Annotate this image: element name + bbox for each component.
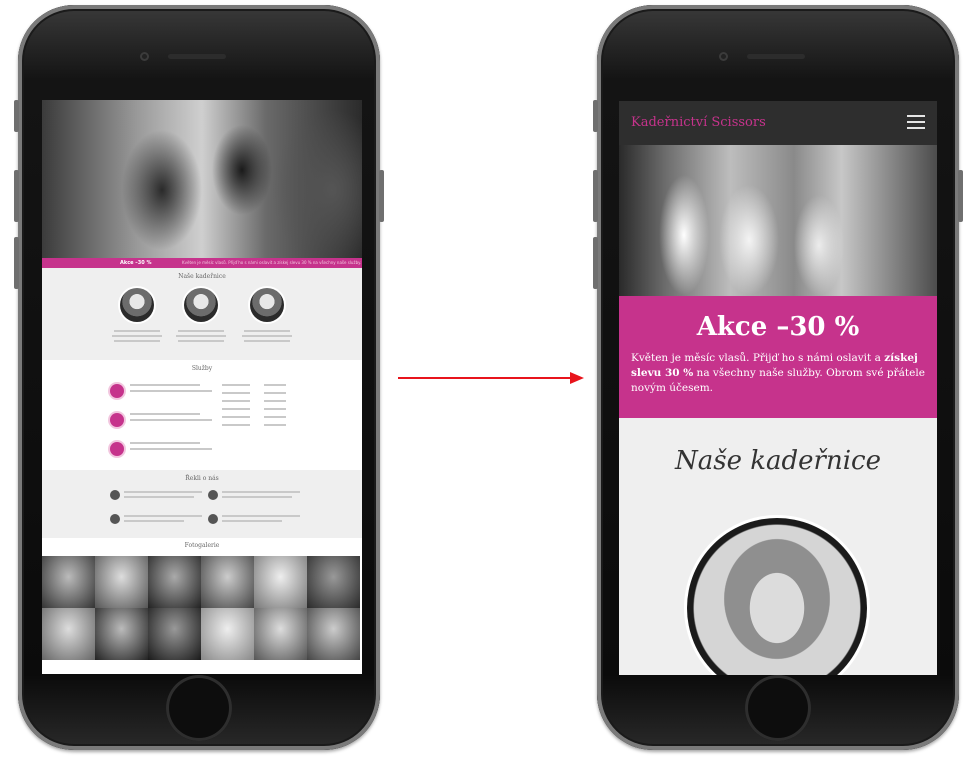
- gallery-photo[interactable]: [201, 556, 254, 608]
- gallery-photo[interactable]: [148, 608, 201, 660]
- services-section-title: Služby: [191, 365, 213, 372]
- avatar: [184, 288, 218, 322]
- camera-icon: [140, 52, 149, 61]
- side-button: [14, 170, 19, 222]
- price-line: [222, 384, 250, 386]
- gallery-photo[interactable]: [254, 608, 307, 660]
- right-screen: Kadeřnictví Scissors Akce –30 % Květen j…: [619, 101, 937, 675]
- text-line: [222, 520, 282, 522]
- text-line: [130, 419, 212, 421]
- gallery-section: Fotogalerie: [42, 538, 362, 674]
- promo-title: Akce –30 %: [696, 312, 860, 342]
- team-section: Naše kadeřnice: [619, 418, 937, 675]
- promo-text-part: Květen je měsíc vlasů. Přijď ho s námi o…: [631, 352, 885, 364]
- reviews-section: Řekli o nás: [42, 470, 362, 538]
- side-button: [593, 100, 598, 132]
- text-line: [242, 335, 292, 337]
- text-line: [114, 330, 160, 332]
- text-line: [222, 496, 292, 498]
- text-line: [178, 340, 224, 342]
- team-section-title: Naše kadeřnice: [178, 273, 226, 280]
- dryer-icon: [110, 442, 124, 456]
- side-button: [14, 100, 19, 132]
- avatar: [208, 514, 218, 524]
- price-line: [264, 424, 286, 426]
- text-line: [124, 520, 184, 522]
- team-section-title: Naše kadeřnice: [675, 446, 881, 476]
- navbar: Kadeřnictví Scissors: [619, 101, 937, 145]
- hero-image: [619, 145, 937, 296]
- text-line: [176, 335, 226, 337]
- gallery-photo[interactable]: [95, 608, 148, 660]
- team-section: Naše kadeřnice: [42, 268, 362, 360]
- price-line: [222, 424, 250, 426]
- hamburger-icon[interactable]: [907, 115, 925, 129]
- speaker-grille: [747, 54, 805, 59]
- speaker-grille: [168, 54, 226, 59]
- text-line: [130, 442, 200, 444]
- price-line: [222, 400, 250, 402]
- text-line: [114, 340, 160, 342]
- avatar: [110, 514, 120, 524]
- text-line: [130, 390, 212, 392]
- home-button[interactable]: [166, 675, 232, 741]
- gallery-photo[interactable]: [95, 556, 148, 608]
- hero-image: [42, 100, 362, 258]
- text-line: [112, 335, 162, 337]
- price-line: [264, 408, 286, 410]
- avatar: [250, 288, 284, 322]
- gallery-photo[interactable]: [307, 608, 360, 660]
- price-line: [222, 408, 250, 410]
- text-line: [222, 491, 300, 493]
- text-line: [130, 448, 212, 450]
- avatar: [687, 518, 867, 675]
- reviews-section-title: Řekli o nás: [185, 475, 219, 482]
- scissors-icon: [110, 384, 124, 398]
- side-button: [379, 170, 384, 222]
- price-line: [264, 400, 286, 402]
- price-line: [264, 416, 286, 418]
- camera-icon: [719, 52, 728, 61]
- price-line: [264, 384, 286, 386]
- gallery-photo[interactable]: [42, 556, 95, 608]
- text-line: [130, 384, 200, 386]
- price-line: [222, 416, 250, 418]
- arrow-right-icon: [398, 372, 584, 384]
- gallery-photo[interactable]: [307, 556, 360, 608]
- text-line: [124, 491, 202, 493]
- price-line: [264, 392, 286, 394]
- promo-band: Akce –30 % Květen je měsíc vlasů. Přijď …: [42, 258, 362, 268]
- gallery-photo[interactable]: [254, 556, 307, 608]
- promo-band-title: Akce –30 %: [120, 260, 152, 266]
- text-line: [244, 340, 290, 342]
- right-phone-mockup: Kadeřnictví Scissors Akce –30 % Květen j…: [593, 5, 963, 750]
- text-line: [244, 330, 290, 332]
- avatar: [110, 490, 120, 500]
- left-screen: Akce –30 % Květen je měsíc vlasů. Přijď …: [42, 100, 362, 674]
- side-button: [958, 170, 963, 222]
- gallery-photo[interactable]: [42, 608, 95, 660]
- text-line: [124, 496, 194, 498]
- gallery-photo[interactable]: [201, 608, 254, 660]
- gallery-photo[interactable]: [148, 556, 201, 608]
- side-button: [593, 170, 598, 222]
- text-line: [130, 413, 200, 415]
- side-button: [14, 237, 19, 289]
- brand-logo[interactable]: Kadeřnictví Scissors: [631, 115, 766, 130]
- text-line: [124, 515, 202, 517]
- home-button[interactable]: [745, 675, 811, 741]
- text-line: [222, 515, 300, 517]
- promo-band-text: Květen je měsíc vlasů. Přijď ho s námi o…: [182, 260, 362, 265]
- text-line: [178, 330, 224, 332]
- gallery-section-title: Fotogalerie: [184, 542, 220, 549]
- side-button: [593, 237, 598, 289]
- comb-icon: [110, 413, 124, 427]
- left-phone-mockup: Akce –30 % Květen je měsíc vlasů. Přijď …: [14, 5, 384, 750]
- price-line: [222, 392, 250, 394]
- avatar: [120, 288, 154, 322]
- promo-section: Akce –30 % Květen je měsíc vlasů. Přijď …: [619, 296, 937, 418]
- promo-text: Květen je měsíc vlasů. Přijď ho s námi o…: [631, 351, 927, 396]
- avatar: [208, 490, 218, 500]
- services-section: Služby: [42, 360, 362, 470]
